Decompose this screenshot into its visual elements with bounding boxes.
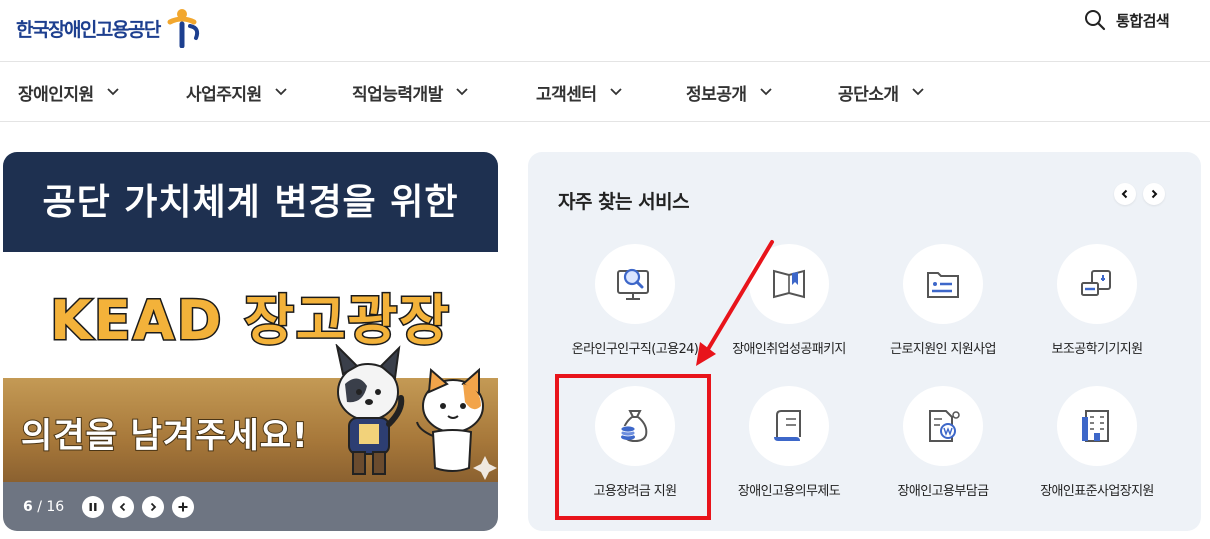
banner-top-strip: 공단 가치체계 변경을 위한 [3, 152, 498, 252]
services-next-button[interactable] [1143, 183, 1165, 205]
pause-icon [89, 502, 97, 511]
gnb-item-employer-support[interactable]: 사업주지원 [186, 62, 288, 122]
gnb-label: 장애인지원 [18, 84, 94, 105]
service-icon-circle [903, 244, 983, 324]
gnb-label: 사업주지원 [186, 84, 262, 105]
pause-button[interactable] [82, 495, 105, 518]
building-icon [1082, 410, 1109, 442]
search-label: 통합검색 [1116, 11, 1170, 30]
slide-current: 6 [23, 498, 33, 515]
chevron-left-icon [1121, 189, 1128, 199]
integrated-search-button[interactable]: 통합검색 [1084, 8, 1170, 32]
plus-icon [178, 502, 188, 511]
service-icon-circle [1057, 386, 1137, 466]
service-item-assistive-technology[interactable]: 보조공학기기지원 [1020, 244, 1174, 374]
service-item-employment-levy[interactable]: 장애인고용부담금 [866, 386, 1020, 516]
book-bookmark-icon [773, 269, 805, 299]
frequent-services-panel: 자주 찾는 서비스 온라인구인구직(고용24) 장애인취업성공패키지 근로지원인… [528, 152, 1201, 531]
id-folder-icon [927, 272, 959, 298]
chevron-down-icon [456, 88, 468, 96]
services-prev-button[interactable] [1114, 183, 1136, 205]
service-label: 근로지원인 지원사업 [890, 342, 996, 357]
banner-controls: 6 / 16 [3, 482, 498, 531]
gnb-item-customer-center[interactable]: 고객센터 [536, 62, 623, 122]
site-header: 한국장애인고용공단 통합검색 [0, 0, 1210, 62]
banner-top-text: 공단 가치체계 변경을 위한 [42, 182, 459, 223]
service-icon-circle [595, 386, 675, 466]
service-label: 장애인취업성공패키지 [732, 342, 846, 357]
main-banner[interactable]: 공단 가치체계 변경을 위한 KEAD 장고광장 의견을 남겨주세요! 6 / … [3, 152, 498, 531]
service-label: 고용장려금 지원 [593, 484, 677, 499]
logo-text: 한국장애인고용공단 [16, 18, 161, 41]
service-item-employment-incentive[interactable]: 고용장려금 지원 [558, 386, 712, 516]
assistive-device-icon [1081, 270, 1111, 296]
services-title: 자주 찾는 서비스 [558, 191, 690, 213]
service-icon-circle [903, 386, 983, 466]
site-logo[interactable]: 한국장애인고용공단 [16, 8, 210, 48]
service-label: 보조공학기기지원 [1051, 342, 1143, 357]
chevron-left-icon [119, 502, 126, 511]
slide-separator: / [32, 498, 47, 515]
money-bag-icon [620, 410, 648, 443]
view-all-slides-button[interactable] [172, 495, 195, 518]
main-navigation: 장애인지원 사업주지원 직업능력개발 고객센터 정보공개 공단소개 [0, 62, 1210, 122]
slide-total: 16 [46, 498, 65, 515]
search-icon [1085, 10, 1106, 31]
gnb-item-vocational-development[interactable]: 직업능력개발 [352, 62, 469, 122]
gnb-item-disabled-support[interactable]: 장애인지원 [18, 62, 120, 122]
service-icon-circle [595, 244, 675, 324]
gnb-item-information-disclosure[interactable]: 정보공개 [686, 62, 773, 122]
gnb-label: 공단소개 [838, 84, 899, 105]
chevron-down-icon [911, 88, 924, 96]
service-item-mandatory-employment[interactable]: 장애인고용의무제도 [712, 386, 866, 516]
service-item-standard-workplace[interactable]: 장애인표준사업장지원 [1020, 386, 1174, 516]
gnb-label: 직업능력개발 [352, 84, 443, 105]
service-icon-circle [749, 244, 829, 324]
document-won-icon [929, 410, 960, 442]
next-slide-button[interactable] [142, 495, 165, 518]
service-item-employment-success-package[interactable]: 장애인취업성공패키지 [712, 244, 866, 374]
service-item-online-job-matching[interactable]: 온라인구인구직(고용24) [558, 244, 712, 374]
monitor-search-icon [617, 268, 649, 300]
banner-sub-text: 의견을 남겨주세요! [20, 415, 309, 457]
mascot-characters-illustration [335, 344, 497, 480]
chevron-right-icon [151, 502, 157, 511]
gnb-label: 고객센터 [536, 84, 597, 105]
logo-mark-icon [167, 9, 199, 48]
service-icon-circle [749, 386, 829, 466]
gnb-label: 정보공개 [686, 84, 747, 105]
service-label: 장애인고용부담금 [897, 484, 989, 499]
chevron-down-icon [759, 88, 772, 96]
service-label: 온라인구인구직(고용24) [571, 342, 699, 357]
previous-slide-button[interactable] [112, 495, 135, 518]
service-label: 장애인고용의무제도 [737, 484, 841, 499]
slide-counter: 6 / 16 [23, 499, 64, 515]
chevron-down-icon [107, 88, 119, 96]
banner-main-text: KEAD 장고광장 [49, 287, 451, 353]
chevron-down-icon [275, 88, 287, 96]
chevron-down-icon [609, 88, 622, 96]
service-label: 장애인표준사업장지원 [1040, 484, 1154, 499]
service-item-work-assistant-support[interactable]: 근로지원인 지원사업 [866, 244, 1020, 374]
chevron-right-icon [1151, 189, 1158, 199]
gnb-item-about-agency[interactable]: 공단소개 [838, 62, 925, 122]
service-icon-circle [1057, 244, 1137, 324]
scroll-document-icon [774, 410, 801, 441]
